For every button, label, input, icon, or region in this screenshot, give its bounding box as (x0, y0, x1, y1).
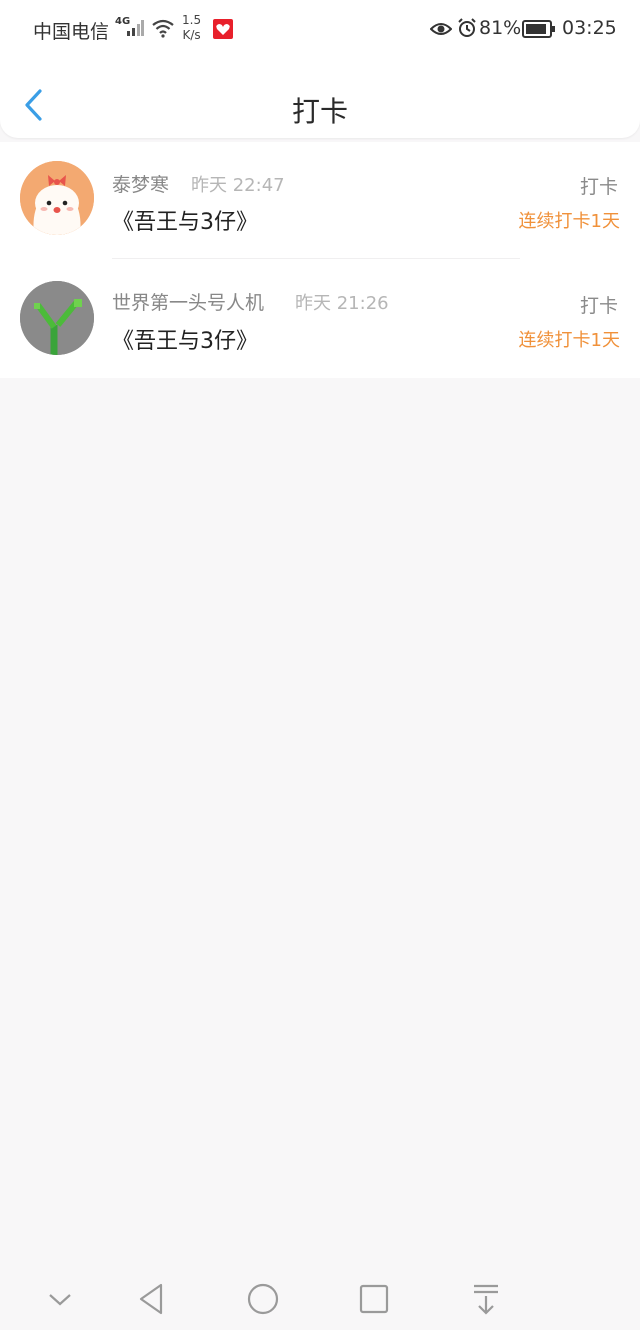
page-title: 打卡 (291, 95, 348, 128)
avatar[interactable] (20, 281, 94, 355)
circle-home-icon (247, 1283, 279, 1315)
alarm-icon (457, 18, 477, 43)
action-label: 打卡 (579, 176, 618, 198)
book-title[interactable]: 《吾王与3仔》 (112, 204, 258, 236)
carrier-label: 中国电信 (33, 21, 110, 43)
divider (112, 258, 520, 259)
home-nav-button[interactable] (245, 1282, 281, 1316)
user-name[interactable]: 世界第一头号人机 (112, 288, 264, 315)
chevron-down-icon (49, 1294, 71, 1306)
list-item[interactable]: 泰梦寒 昨天 22:47 《吾王与3仔》 打卡 连续打卡1天 (0, 142, 640, 260)
notification-pull-button[interactable] (468, 1282, 504, 1316)
app-notification-icon (213, 19, 233, 39)
book-title[interactable]: 《吾王与3仔》 (112, 323, 258, 355)
title-bar: 打卡 (0, 70, 640, 140)
status-bar: 中国电信 4G 1.5 K/s 81% 03:25 (0, 0, 640, 58)
clock: 03:25 (562, 17, 617, 39)
checkin-list: 泰梦寒 昨天 22:47 《吾王与3仔》 打卡 连续打卡1天 世界第一头号人机 … (0, 142, 640, 378)
sprout-avatar-icon (20, 281, 94, 355)
wifi-icon (151, 18, 175, 43)
avatar[interactable] (20, 161, 94, 235)
streak-label: 连续打卡1天 (518, 330, 620, 351)
square-recents-icon (359, 1284, 389, 1314)
triangle-back-icon (139, 1283, 163, 1315)
eye-comfort-icon (429, 20, 453, 42)
network-speed: 1.5 K/s (182, 13, 201, 43)
system-nav-bar (0, 1268, 640, 1330)
back-nav-button[interactable] (133, 1282, 169, 1316)
timestamp: 昨天 21:26 (295, 293, 389, 314)
user-name[interactable]: 泰梦寒 (112, 170, 169, 197)
recents-nav-button[interactable] (356, 1282, 392, 1316)
cartoon-avatar-icon (20, 161, 94, 235)
speed-value: 1.5 (182, 13, 202, 27)
action-label: 打卡 (579, 295, 618, 317)
speed-unit: K/s (182, 28, 201, 42)
battery-icon (522, 20, 556, 43)
collapse-button[interactable] (42, 1282, 78, 1316)
pull-down-icon (474, 1284, 498, 1315)
signal-icon (126, 19, 144, 41)
list-item[interactable]: 世界第一头号人机 昨天 21:26 《吾王与3仔》 打卡 连续打卡1天 (0, 260, 640, 378)
battery-percent: 81% (479, 17, 522, 39)
streak-label: 连续打卡1天 (518, 211, 620, 232)
timestamp: 昨天 22:47 (191, 175, 285, 196)
header: 中国电信 4G 1.5 K/s 81% 03:25 打卡 (0, 0, 640, 138)
